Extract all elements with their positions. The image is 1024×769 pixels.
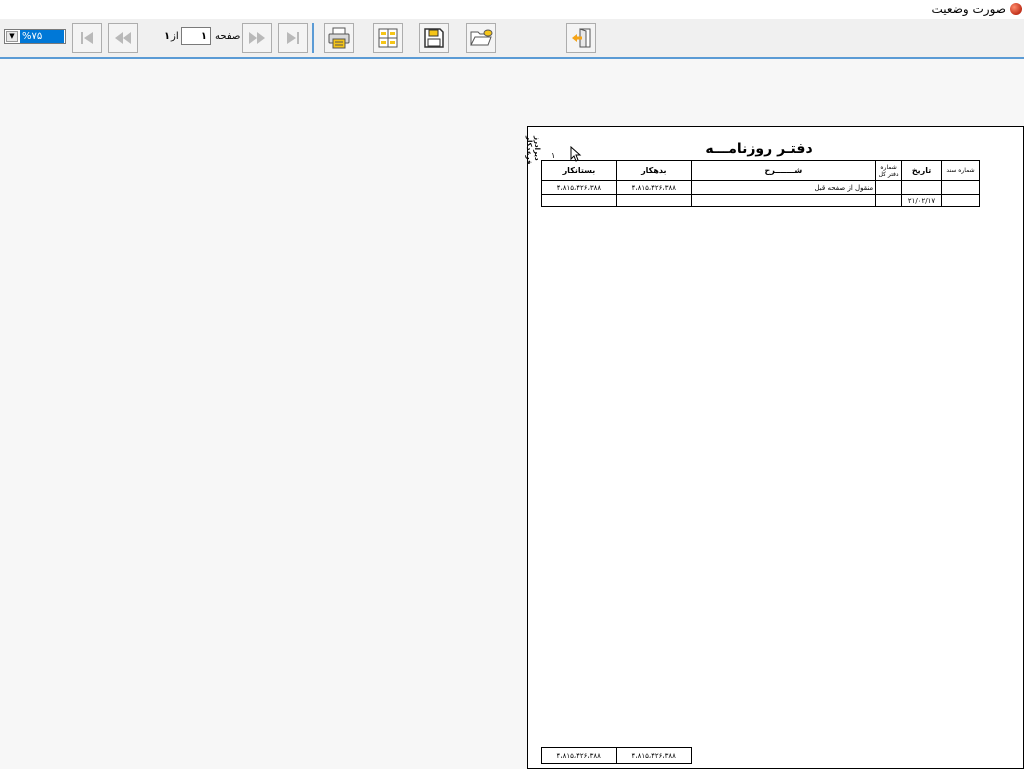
cell-debit: ۴،۸۱۵،۴۲۶،۳۸۸ — [615, 180, 692, 195]
cell-credit: ۴،۸۱۵،۴۲۶،۳۸۸ — [541, 180, 617, 195]
last-page-button[interactable] — [278, 23, 308, 53]
exit-button[interactable] — [566, 23, 596, 53]
cell-credit — [541, 194, 617, 207]
cell-description: منقول از صفحه قبل — [690, 180, 877, 195]
window-title: صورت وضعیت — [931, 2, 1006, 16]
debit-total: ۴،۸۱۵،۴۲۶،۳۸۸ — [615, 747, 692, 764]
previous-page-icon — [115, 32, 131, 44]
table-row: ۲۱/۰۲/۱۷ — [541, 194, 980, 207]
next-page-icon — [249, 32, 265, 44]
title-bar: صورت وضعیت — [0, 0, 1024, 19]
printer-icon — [328, 27, 350, 49]
save-button[interactable] — [419, 23, 449, 53]
totals-row: ۴،۸۱۵،۴۲۶،۳۸۸ ۴،۸۱۵،۴۲۶،۳۸۸ — [541, 747, 692, 764]
toolbar-separator — [312, 23, 314, 53]
table-header-row: بستانکار بدهکار شـــــــرح شماره دفتر کل… — [541, 160, 980, 181]
toolbar: ▼ %۷۵ ۱ از صفحه — [0, 19, 1024, 59]
next-page-button[interactable] — [242, 23, 272, 53]
header-description: شـــــــرح — [690, 160, 877, 181]
app-icon — [1010, 3, 1022, 15]
zoom-select[interactable]: ▼ %۷۵ — [4, 29, 66, 44]
open-button[interactable] — [466, 23, 496, 53]
header-ledger-number: شماره دفتر کل — [875, 160, 903, 181]
journal-table: بستانکار بدهکار شـــــــرح شماره دفتر کل… — [541, 160, 980, 207]
calculator-icon — [378, 28, 398, 48]
open-folder-icon — [470, 29, 493, 46]
total-pages: ۱ — [164, 31, 171, 42]
chevron-down-icon[interactable]: ▼ — [6, 31, 18, 42]
cell-ledger-number — [875, 194, 903, 207]
page-label: صفحه — [215, 31, 241, 42]
first-page-icon — [81, 32, 93, 44]
cell-date: ۲۱/۰۲/۱۷ — [901, 194, 943, 207]
print-button[interactable] — [324, 23, 354, 53]
credit-total: ۴،۸۱۵،۴۲۶،۳۸۸ — [541, 747, 617, 764]
side-label: دیرادرز فرعدکار — [525, 136, 541, 165]
of-label: از — [171, 31, 179, 42]
header-debit: بدهکار — [615, 160, 692, 181]
header-date: تاریخ — [901, 160, 943, 181]
current-page-input[interactable] — [181, 27, 211, 45]
zoom-value: %۷۵ — [20, 30, 64, 43]
calculator-button[interactable] — [373, 23, 403, 53]
report-title: دفتـر روزنامـــه — [705, 141, 813, 157]
cell-debit — [615, 194, 692, 207]
first-page-button[interactable] — [72, 23, 102, 53]
cell-description — [690, 194, 877, 207]
header-credit: بستانکار — [541, 160, 617, 181]
cell-date — [901, 180, 943, 195]
previous-page-button[interactable] — [108, 23, 138, 53]
cell-doc-number — [941, 194, 980, 207]
exit-door-icon — [572, 28, 591, 48]
save-icon — [424, 28, 444, 48]
totals-table: ۴،۸۱۵،۴۲۶،۳۸۸ ۴،۸۱۵،۴۲۶،۳۸۸ — [541, 747, 692, 764]
header-doc-number: شماره سند — [941, 160, 980, 181]
cell-doc-number — [941, 180, 980, 195]
last-page-icon — [287, 32, 299, 44]
table-row: ۴،۸۱۵،۴۲۶،۳۸۸ ۴،۸۱۵،۴۲۶،۳۸۸ منقول از صفح… — [541, 180, 980, 195]
page-number: ۱ — [551, 151, 556, 160]
cell-ledger-number — [875, 180, 903, 195]
report-page — [527, 126, 1024, 769]
